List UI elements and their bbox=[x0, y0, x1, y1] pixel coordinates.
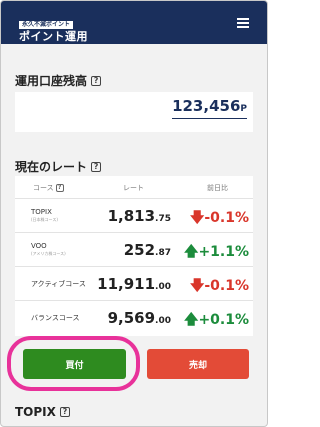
course-name: VOO (アメリカ株コース) bbox=[31, 242, 66, 257]
hamburger-icon[interactable] bbox=[237, 18, 249, 28]
course-name: バランスコース bbox=[31, 314, 80, 323]
change-text: -0.1% bbox=[204, 278, 249, 294]
rate-dec: .75 bbox=[155, 214, 171, 224]
logo-small-text: 永久不滅ポイント bbox=[19, 21, 74, 29]
balance-section-title: 運用口座残高 ? bbox=[15, 72, 102, 89]
rate-value: 1,813.75 bbox=[108, 207, 171, 225]
rate-row-topix[interactable]: TOPIX (日本株コース) 1,813.75 🡇-0.1% bbox=[15, 198, 253, 232]
course-name: TOPIX (日本株コース) bbox=[31, 208, 58, 223]
change-text: +1.1% bbox=[198, 244, 249, 260]
sell-button[interactable]: 売却 bbox=[147, 349, 249, 379]
balance-card: 123,456P bbox=[15, 92, 253, 132]
change-text: +0.1% bbox=[198, 312, 249, 328]
rates-table-header: コース ? レート 前日比 bbox=[15, 176, 253, 198]
rate-dec: .87 bbox=[155, 248, 171, 258]
change-value: 🡅+1.1% bbox=[184, 241, 249, 265]
course-name-text: VOO bbox=[31, 242, 47, 250]
course-name-text: バランスコース bbox=[31, 314, 80, 322]
rates-table: コース ? レート 前日比 TOPIX (日本株コース) 1,813.75 🡇-… bbox=[15, 176, 253, 336]
change-value: 🡇-0.1% bbox=[190, 207, 249, 231]
rate-dec: .00 bbox=[155, 282, 171, 292]
balance-amount: 123,456 bbox=[172, 97, 241, 115]
question-icon[interactable]: ? bbox=[59, 407, 70, 417]
balance-title-text: 運用口座残高 bbox=[15, 74, 88, 88]
col-change-label: 前日比 bbox=[207, 184, 228, 192]
arrow-up-icon: 🡅 bbox=[184, 312, 199, 328]
balance-value-link[interactable]: 123,456P bbox=[172, 97, 247, 119]
rate-int: 9,569 bbox=[107, 309, 156, 327]
course-name-text: アクティブコース bbox=[31, 280, 86, 288]
question-icon[interactable]: ? bbox=[55, 184, 64, 192]
logo-main-text: ポイント運用 bbox=[19, 30, 88, 43]
topix-section-title: TOPIX ? bbox=[15, 405, 70, 419]
rate-int: 11,911 bbox=[97, 275, 156, 293]
rate-dec: .00 bbox=[155, 316, 171, 326]
course-sub-text: (アメリカ株コース) bbox=[31, 251, 66, 256]
question-icon[interactable]: ? bbox=[91, 161, 102, 172]
app-header: 永久不滅ポイント ポイント運用 bbox=[1, 1, 267, 44]
rates-section-title: 現在のレート ? bbox=[15, 158, 102, 175]
change-value: 🡅+0.1% bbox=[184, 309, 249, 333]
rates-title-text: 現在のレート bbox=[15, 160, 88, 174]
arrow-down-icon: 🡇 bbox=[189, 278, 205, 294]
arrow-down-icon: 🡇 bbox=[189, 210, 205, 226]
change-text: -0.1% bbox=[204, 210, 249, 226]
course-name-text: TOPIX bbox=[31, 208, 52, 216]
col-rate-label: レート bbox=[123, 184, 144, 192]
rate-row-active[interactable]: アクティブコース 11,911.00 🡇-0.1% bbox=[15, 266, 253, 300]
rate-int: 252 bbox=[123, 241, 156, 259]
rate-int: 1,813 bbox=[107, 207, 156, 225]
col-course-label: コース bbox=[33, 184, 54, 192]
question-icon[interactable]: ? bbox=[91, 75, 102, 86]
app-logo[interactable]: 永久不滅ポイント ポイント運用 bbox=[19, 11, 88, 44]
topix-title-text: TOPIX bbox=[15, 405, 56, 419]
rate-row-balance[interactable]: バランスコース 9,569.00 🡅+0.1% bbox=[15, 300, 253, 334]
balance-unit: P bbox=[240, 104, 247, 114]
col-change: 前日比 bbox=[207, 183, 228, 193]
col-course: コース ? bbox=[33, 183, 64, 193]
rate-value: 11,911.00 bbox=[97, 275, 171, 293]
col-rate: レート bbox=[123, 183, 144, 193]
rate-value: 9,569.00 bbox=[108, 309, 171, 327]
course-name: アクティブコース bbox=[31, 280, 86, 289]
buy-button[interactable]: 買付 bbox=[23, 349, 126, 379]
rate-value: 252.87 bbox=[124, 241, 171, 259]
app-screen: 永久不滅ポイント ポイント運用 運用口座残高 ? 123,456P 現在のレート… bbox=[0, 0, 268, 427]
change-value: 🡇-0.1% bbox=[190, 275, 249, 299]
arrow-up-icon: 🡅 bbox=[184, 244, 199, 260]
rate-row-voo[interactable]: VOO (アメリカ株コース) 252.87 🡅+1.1% bbox=[15, 232, 253, 266]
course-sub-text: (日本株コース) bbox=[31, 217, 58, 222]
